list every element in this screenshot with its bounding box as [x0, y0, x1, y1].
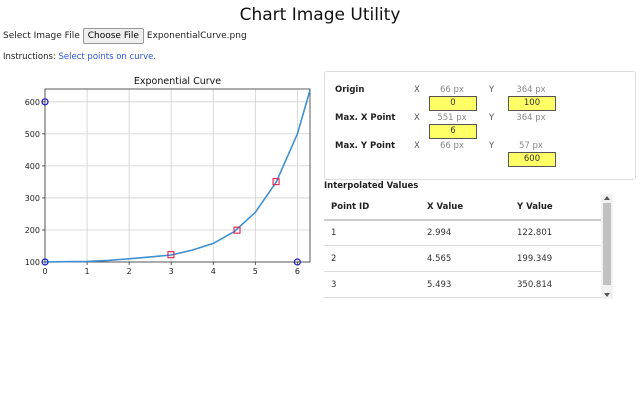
y-tick-label: 500	[25, 130, 40, 139]
origin-x-px: 66 px	[440, 85, 464, 95]
origin-label: Origin	[335, 85, 365, 95]
max-y-label: Max. Y Point	[335, 141, 396, 151]
selected-file-name: ExponentialCurve.png	[146, 31, 247, 41]
table-scrollbar[interactable]	[601, 194, 613, 299]
origin-y-value-input[interactable]: 100	[508, 96, 556, 111]
origin-x-axis-label: X	[414, 85, 420, 95]
file-select-row: Select Image File Choose File Exponentia…	[3, 28, 247, 44]
max-x-y-px: 364 px	[516, 113, 546, 123]
choose-file-button[interactable]: Choose File	[82, 28, 144, 44]
cell-x-value: 2.994	[427, 228, 452, 238]
page-title: Chart Image Utility	[239, 5, 401, 25]
cell-x-value: 5.493	[427, 280, 452, 290]
origin-y-px: 364 px	[516, 85, 546, 95]
scroll-down-arrow-icon[interactable]	[604, 293, 610, 297]
instructions-text: Select points on curve.	[58, 52, 157, 62]
interpolated-values-title: Interpolated Values	[324, 181, 419, 191]
cell-y-value: 122.801	[517, 228, 553, 238]
interpolated-values-table: Point ID X Value Y Value 1 2.994 122.801…	[324, 194, 613, 299]
x-tick-label: 5	[253, 267, 258, 276]
cell-point-id: 1	[331, 228, 337, 238]
max-x-y-axis-label: Y	[489, 113, 495, 123]
cell-point-id: 2	[331, 254, 337, 264]
x-tick-label: 2	[127, 267, 132, 276]
x-tick-label: 0	[42, 267, 47, 276]
y-tick-label: 100	[25, 258, 40, 267]
max-y-y-px: 57 px	[519, 141, 543, 151]
plot-area	[45, 89, 310, 262]
cell-point-id: 3	[331, 280, 337, 290]
max-x-label: Max. X Point	[335, 113, 396, 123]
x-tick-label: 6	[295, 267, 300, 276]
chart-image[interactable]: 0 1 2 3 4 5 6 100 200 300 400 500 600 Exponential Cur…	[0, 72, 315, 277]
file-select-label: Select Image File	[3, 31, 80, 41]
max-x-value-input[interactable]: 6	[429, 124, 477, 139]
y-tick-label: 200	[25, 226, 40, 235]
instructions: Instructions: Select points on curve.	[3, 52, 156, 62]
y-tick-label: 400	[25, 162, 40, 171]
cell-y-value: 350.814	[517, 280, 553, 290]
column-header-point-id: Point ID	[331, 202, 370, 212]
max-y-y-axis-label: Y	[489, 141, 495, 151]
max-x-x-px: 551 px	[437, 113, 467, 123]
table-row[interactable]: 3 5.493 350.814	[324, 272, 606, 298]
x-tick-label: 1	[85, 267, 90, 276]
max-x-x-axis-label: X	[414, 113, 420, 123]
calibration-panel: Origin X 66 px Y 364 px 0 100 Max. X Poi…	[324, 71, 636, 180]
x-tick-label: 3	[169, 267, 174, 276]
x-tick-label: 4	[211, 267, 216, 276]
column-header-x-value: X Value	[427, 202, 464, 212]
chart-title: Exponential Curve	[134, 76, 221, 87]
max-y-value-input[interactable]: 600	[508, 152, 556, 167]
table-row[interactable]: 2 4.565 199.349	[324, 246, 606, 272]
origin-x-value-input[interactable]: 0	[429, 96, 477, 111]
column-header-y-value: Y Value	[517, 202, 553, 212]
cell-y-value: 199.349	[517, 254, 553, 264]
scroll-up-arrow-icon[interactable]	[604, 196, 610, 200]
table-header: Point ID X Value Y Value	[324, 194, 606, 221]
scrollbar-thumb[interactable]	[603, 203, 611, 285]
max-y-x-axis-label: X	[414, 141, 420, 151]
table-row[interactable]: 1 2.994 122.801	[324, 220, 606, 246]
instructions-label: Instructions:	[3, 52, 56, 62]
y-tick-label: 300	[25, 194, 40, 203]
y-tick-label: 600	[25, 98, 40, 107]
max-y-x-px: 66 px	[440, 141, 464, 151]
cell-x-value: 4.565	[427, 254, 452, 264]
origin-y-axis-label: Y	[489, 85, 495, 95]
